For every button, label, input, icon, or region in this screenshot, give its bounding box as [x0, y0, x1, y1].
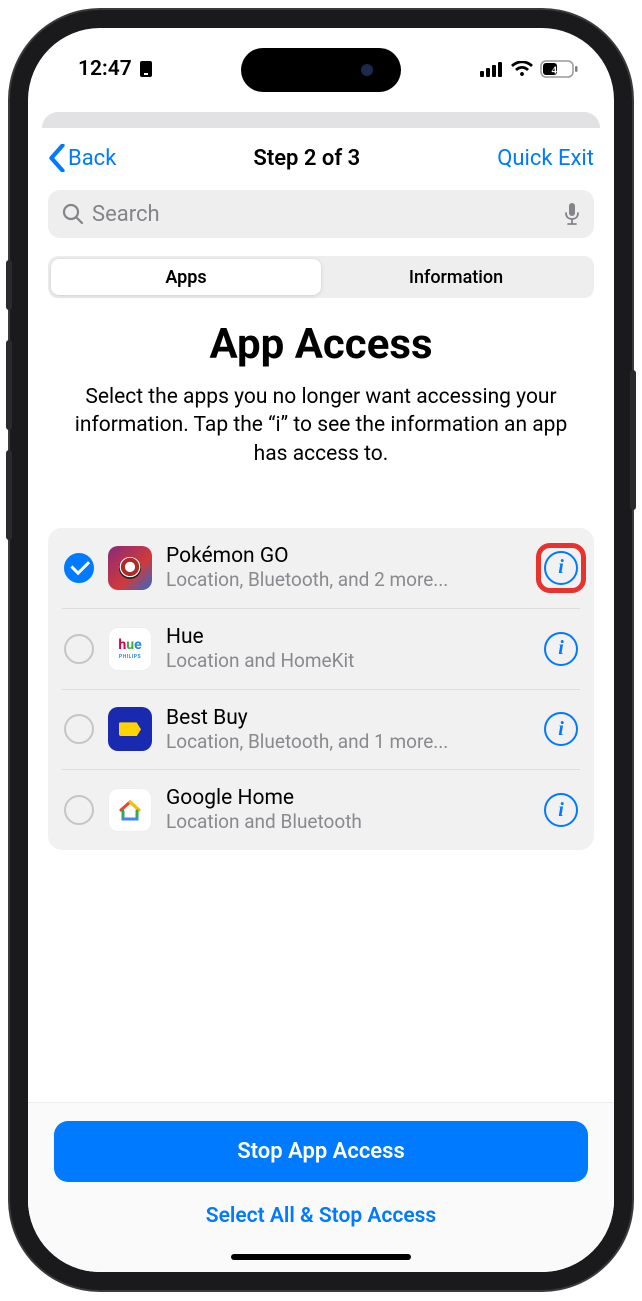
app-icon — [108, 707, 152, 751]
home-indicator[interactable] — [231, 1254, 411, 1260]
app-icon: huePHILIPS — [108, 627, 152, 671]
page-description: Select the apps you no longer want acces… — [48, 383, 594, 468]
location-indicator-icon — [138, 60, 154, 78]
app-name: Google Home — [166, 786, 530, 810]
chevron-left-icon — [48, 144, 66, 172]
quick-exit-button[interactable]: Quick Exit — [497, 146, 594, 171]
page-title: App Access — [48, 320, 594, 369]
back-button[interactable]: Back — [48, 144, 116, 172]
footer: Stop App Access Select All & Stop Access — [28, 1102, 614, 1272]
app-list: Pokémon GOLocation, Bluetooth, and 2 mor… — [48, 528, 594, 850]
app-permissions: Location, Bluetooth, and 2 more... — [166, 568, 530, 592]
nav-bar: Back Step 2 of 3 Quick Exit — [28, 128, 614, 182]
back-label: Back — [68, 146, 116, 171]
search-bar[interactable]: Search — [48, 190, 594, 238]
app-name: Best Buy — [166, 706, 530, 730]
side-button — [6, 260, 12, 310]
checkbox[interactable] — [64, 553, 94, 583]
checkbox[interactable] — [64, 634, 94, 664]
volume-down-button — [6, 450, 12, 540]
info-icon[interactable]: i — [544, 712, 578, 746]
nav-title: Step 2 of 3 — [253, 146, 360, 171]
app-name: Pokémon GO — [166, 544, 530, 568]
cellular-icon — [480, 61, 504, 77]
checkbox[interactable] — [64, 714, 94, 744]
info-icon[interactable]: i — [544, 632, 578, 666]
app-text: Best BuyLocation, Bluetooth, and 1 more.… — [166, 706, 530, 754]
sheet: Back Step 2 of 3 Quick Exit Search Apps … — [28, 128, 614, 1272]
tab-information[interactable]: Information — [321, 259, 591, 295]
app-text: Pokémon GOLocation, Bluetooth, and 2 mor… — [166, 544, 530, 592]
app-icon — [108, 546, 152, 590]
power-button — [630, 370, 636, 510]
svg-text:48: 48 — [552, 65, 564, 77]
status-time: 12:47 — [78, 57, 132, 81]
info-icon[interactable]: i — [544, 793, 578, 827]
info-icon[interactable]: i — [544, 551, 578, 585]
checkbox[interactable] — [64, 795, 94, 825]
battery-icon: 48 — [540, 60, 578, 78]
app-permissions: Location, Bluetooth, and 1 more... — [166, 730, 530, 754]
app-permissions: Location and Bluetooth — [166, 810, 530, 834]
app-name: Hue — [166, 625, 530, 649]
tab-apps[interactable]: Apps — [51, 259, 321, 295]
segmented-control: Apps Information — [48, 256, 594, 298]
stop-app-access-button[interactable]: Stop App Access — [54, 1121, 588, 1182]
app-text: Google HomeLocation and Bluetooth — [166, 786, 530, 834]
mic-icon[interactable] — [564, 202, 580, 226]
volume-up-button — [6, 340, 12, 430]
app-row[interactable]: Best BuyLocation, Bluetooth, and 1 more.… — [62, 690, 580, 771]
app-row[interactable]: Google HomeLocation and Bluetooth i — [62, 770, 580, 850]
search-icon — [62, 203, 84, 225]
select-all-stop-button[interactable]: Select All & Stop Access — [54, 1204, 588, 1228]
highlight-box — [536, 543, 586, 593]
app-icon — [108, 788, 152, 832]
wifi-icon — [511, 61, 533, 77]
app-row[interactable]: Pokémon GOLocation, Bluetooth, and 2 mor… — [62, 528, 580, 609]
content: App Access Select the apps you no longer… — [28, 314, 614, 1102]
phone-frame: 12:47 48 Back Step 2 of 3 Quick Exit — [10, 10, 632, 1290]
screen: 12:47 48 Back Step 2 of 3 Quick Exit — [28, 28, 614, 1272]
dynamic-island — [241, 48, 401, 92]
search-placeholder: Search — [92, 202, 160, 227]
app-permissions: Location and HomeKit — [166, 649, 530, 673]
app-row[interactable]: huePHILIPS HueLocation and HomeKit i — [62, 609, 580, 690]
app-text: HueLocation and HomeKit — [166, 625, 530, 673]
